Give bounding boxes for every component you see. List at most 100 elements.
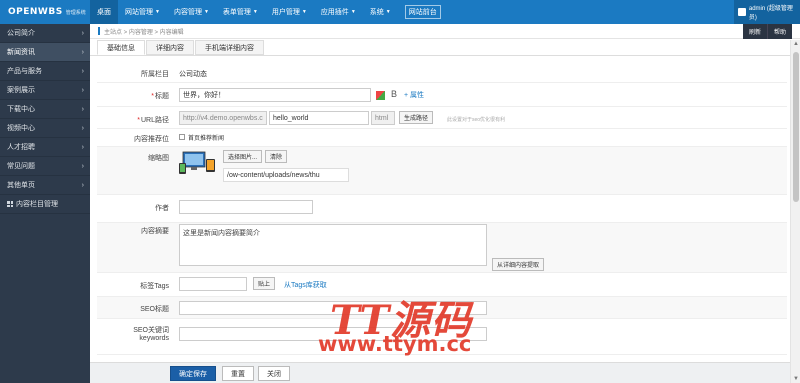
url-label-text: URL路径 [140, 117, 169, 124]
form-row-author: 作者 [97, 195, 787, 223]
homepage-recommend-label: 首页推荐新闻 [188, 136, 225, 142]
paste-tags-button[interactable]: 贴上 [253, 277, 276, 290]
sidebar-item-products[interactable]: 产品与服务 › [0, 62, 90, 81]
seo-keywords-label: SEO关键词 [133, 327, 169, 334]
sidebar-item-other-pages[interactable]: 其他单页 › [0, 176, 90, 195]
tab-mobile-content[interactable]: 手机端详细内容 [195, 40, 264, 55]
summary-textarea[interactable]: 这里是新闻内容摘要简介 [179, 224, 487, 266]
title-input[interactable]: 世界，你好！ [179, 88, 371, 102]
topnav-label: 网站管理 [125, 9, 153, 16]
form-row-thumbnail: 缩略图 选择图片... 清除 /ow-content/uploads/news/… [97, 147, 787, 195]
chevron-right-icon: › [81, 124, 84, 132]
sidebar-item-jobs[interactable]: 人才招聘 › [0, 138, 90, 157]
caret-down-icon: ▼ [301, 9, 307, 15]
fetch-tags-link[interactable]: 从Tags库获取 [284, 280, 327, 290]
clear-image-button[interactable]: 清除 [265, 150, 288, 163]
help-button[interactable]: 帮助 [766, 24, 792, 39]
chevron-right-icon: › [81, 105, 84, 113]
topnav-label: 桌面 [97, 9, 111, 16]
top-nav-menu: 桌面 网站管理 ▼ 内容管理 ▼ 表单管理 ▼ 用户管理 ▼ 应用插件 ▼ 系统 ▼ 网站前… [90, 0, 448, 24]
sidebar-item-faq[interactable]: 常见问题 › [0, 157, 90, 176]
sidebar-item-news[interactable]: 新闻资讯 › [0, 43, 90, 62]
grid-icon [7, 201, 13, 207]
sidebar-item-lead: 内容栏目管理 [7, 199, 58, 209]
sidebar-item-cases[interactable]: 案例展示 › [0, 81, 90, 100]
title-label-text: 标题 [155, 93, 169, 100]
breadcrumb-marker [98, 27, 100, 35]
topnav-label: 应用插件 [320, 9, 349, 16]
topnav-label: 用户管理 [271, 9, 300, 16]
column-value: 公司动态 [179, 71, 207, 78]
sidebar-item-label: 公司简介 [7, 30, 35, 37]
form-row-column: 所属栏目 公司动态 [97, 63, 787, 83]
sidebar-item-downloads[interactable]: 下载中心 › [0, 100, 90, 119]
url-suffix: html [371, 111, 395, 125]
topnav-plugins[interactable]: 应用插件 ▼ [314, 0, 363, 24]
required-mark: * [151, 93, 154, 100]
save-button[interactable]: 确定保存 [170, 366, 216, 381]
content-scrollbar[interactable]: ▲ ▼ [790, 40, 800, 383]
topnav-label: 内容管理 [173, 9, 202, 16]
homepage-recommend-checkbox[interactable] [179, 134, 185, 140]
watermark-url: www.ttym.cc [318, 332, 472, 356]
topnav-desktop[interactable]: 桌面 [90, 0, 118, 24]
topnav-content-management[interactable]: 内容管理 ▼ [167, 0, 216, 24]
title-label: *标题 [97, 91, 169, 101]
sidebar-item-label: 其他单页 [7, 182, 35, 189]
top-navbar: OPENWBS 管理系统 桌面 网站管理 ▼ 内容管理 ▼ 表单管理 ▼ 用户管理 ▼ … [0, 0, 800, 24]
sidebar-item-videos[interactable]: 视频中心 › [0, 119, 90, 138]
seo-title-label: SEO标题 [140, 306, 169, 313]
reset-button[interactable]: 重置 [222, 366, 254, 381]
scroll-up-arrow-icon[interactable]: ▲ [792, 40, 800, 48]
topnav-site-frontend[interactable]: 网站前台 [398, 0, 448, 24]
sidebar-item-column-management[interactable]: 内容栏目管理 [0, 195, 90, 214]
topnav-label: 表单管理 [222, 9, 251, 16]
summary-label: 内容摘要 [141, 228, 169, 235]
extract-from-content-button[interactable]: 从详细内容提取 [492, 258, 545, 271]
chevron-right-icon: › [81, 162, 84, 170]
generate-path-button[interactable]: 生成路径 [399, 111, 434, 124]
admin-label: admin (超级管理员) [748, 6, 793, 21]
tags-input[interactable] [179, 277, 247, 291]
topnav-user-management[interactable]: 用户管理 ▼ [265, 0, 314, 24]
logo-subtitle: 管理系统 [65, 9, 86, 16]
color-picker-icon[interactable] [376, 91, 385, 100]
bold-toggle[interactable]: B [391, 89, 397, 99]
app-logo[interactable]: OPENWBS 管理系统 [0, 0, 90, 24]
select-image-button[interactable]: 选择图片... [223, 150, 263, 163]
topnav-label: 系统 [369, 9, 384, 16]
breadcrumb-actions: 刷新 帮助 [742, 24, 792, 39]
breadcrumb-bar: 主站点 > 内容管理 > 内容编辑 刷新 帮助 [90, 24, 800, 39]
sidebar-item-label: 人才招聘 [7, 144, 35, 151]
chevron-right-icon: › [81, 48, 84, 56]
title-attribute-link[interactable]: + 属性 [404, 90, 424, 100]
chevron-right-icon: › [81, 67, 84, 75]
chevron-right-icon: › [81, 181, 84, 189]
url-label: *URL路径 [97, 115, 169, 125]
chevron-right-icon: › [81, 29, 84, 37]
topnav-form-management[interactable]: 表单管理 ▼ [216, 0, 265, 24]
scrollbar-thumb[interactable] [793, 52, 799, 202]
scroll-down-arrow-icon[interactable]: ▼ [792, 375, 800, 383]
form-row-url: *URL路径 http://v4.demo.openwbs.c hello_wo… [97, 107, 787, 129]
topnav-site-management[interactable]: 网站管理 ▼ [118, 0, 167, 24]
seo-keywords-label-en: keywords [139, 335, 169, 342]
refresh-button[interactable]: 刷新 [742, 24, 767, 39]
tab-basic-info[interactable]: 基础信息 [97, 40, 145, 55]
left-sidebar: 公司简介 › 新闻资讯 › 产品与服务 › 案例展示 › 下载中心 › 视频中心 › 人才招… [0, 24, 90, 383]
url-prefix: http://v4.demo.openwbs.c [179, 111, 267, 125]
topnav-label: 网站前台 [404, 5, 441, 19]
url-path-input[interactable]: hello_world [269, 111, 369, 125]
close-button[interactable]: 关闭 [258, 366, 290, 381]
form-row-summary: 内容摘要 这里是新闻内容摘要简介 从详细内容提取 [97, 223, 787, 273]
admin-user-menu[interactable]: admin (超级管理员) [734, 0, 800, 24]
devices-image-icon [179, 151, 215, 174]
tab-detail-content[interactable]: 详细内容 [146, 40, 194, 55]
breadcrumb: 主站点 > 内容管理 > 内容编辑 [104, 29, 184, 36]
required-mark: * [137, 117, 140, 124]
user-avatar-icon [738, 8, 746, 16]
author-input[interactable] [179, 200, 313, 214]
sidebar-item-company-intro[interactable]: 公司简介 › [0, 24, 90, 43]
topnav-system[interactable]: 系统 ▼ [363, 0, 398, 24]
form-row-recommend: 内容推荐位 首页推荐新闻 [97, 129, 787, 147]
